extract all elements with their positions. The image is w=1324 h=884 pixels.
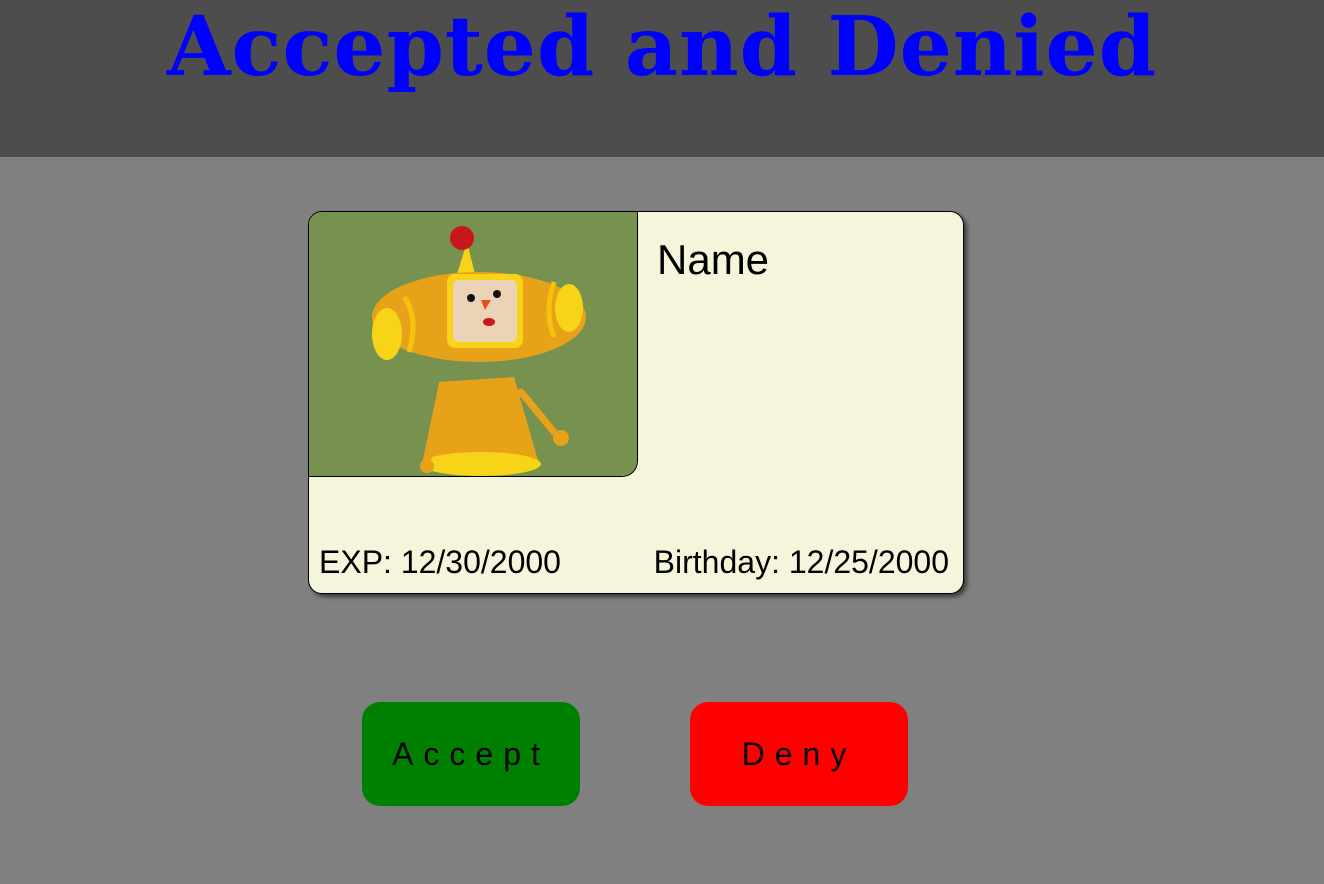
accept-button[interactable]: Accept bbox=[362, 702, 580, 806]
card-expiration: EXP: 12/30/2000 bbox=[319, 544, 561, 580]
page-header: Accepted and Denied bbox=[0, 0, 1324, 157]
deny-button[interactable]: Deny bbox=[690, 702, 908, 806]
card-birthday: Birthday: 12/25/2000 bbox=[653, 544, 949, 580]
id-card: Name EXP: 12/30/2000 Birthday: 12/25/200… bbox=[308, 211, 964, 594]
profile-photo bbox=[309, 212, 638, 477]
character-portrait-icon bbox=[309, 212, 637, 476]
card-name: Name bbox=[657, 236, 770, 283]
page-title: Accepted and Denied bbox=[166, 0, 1158, 95]
